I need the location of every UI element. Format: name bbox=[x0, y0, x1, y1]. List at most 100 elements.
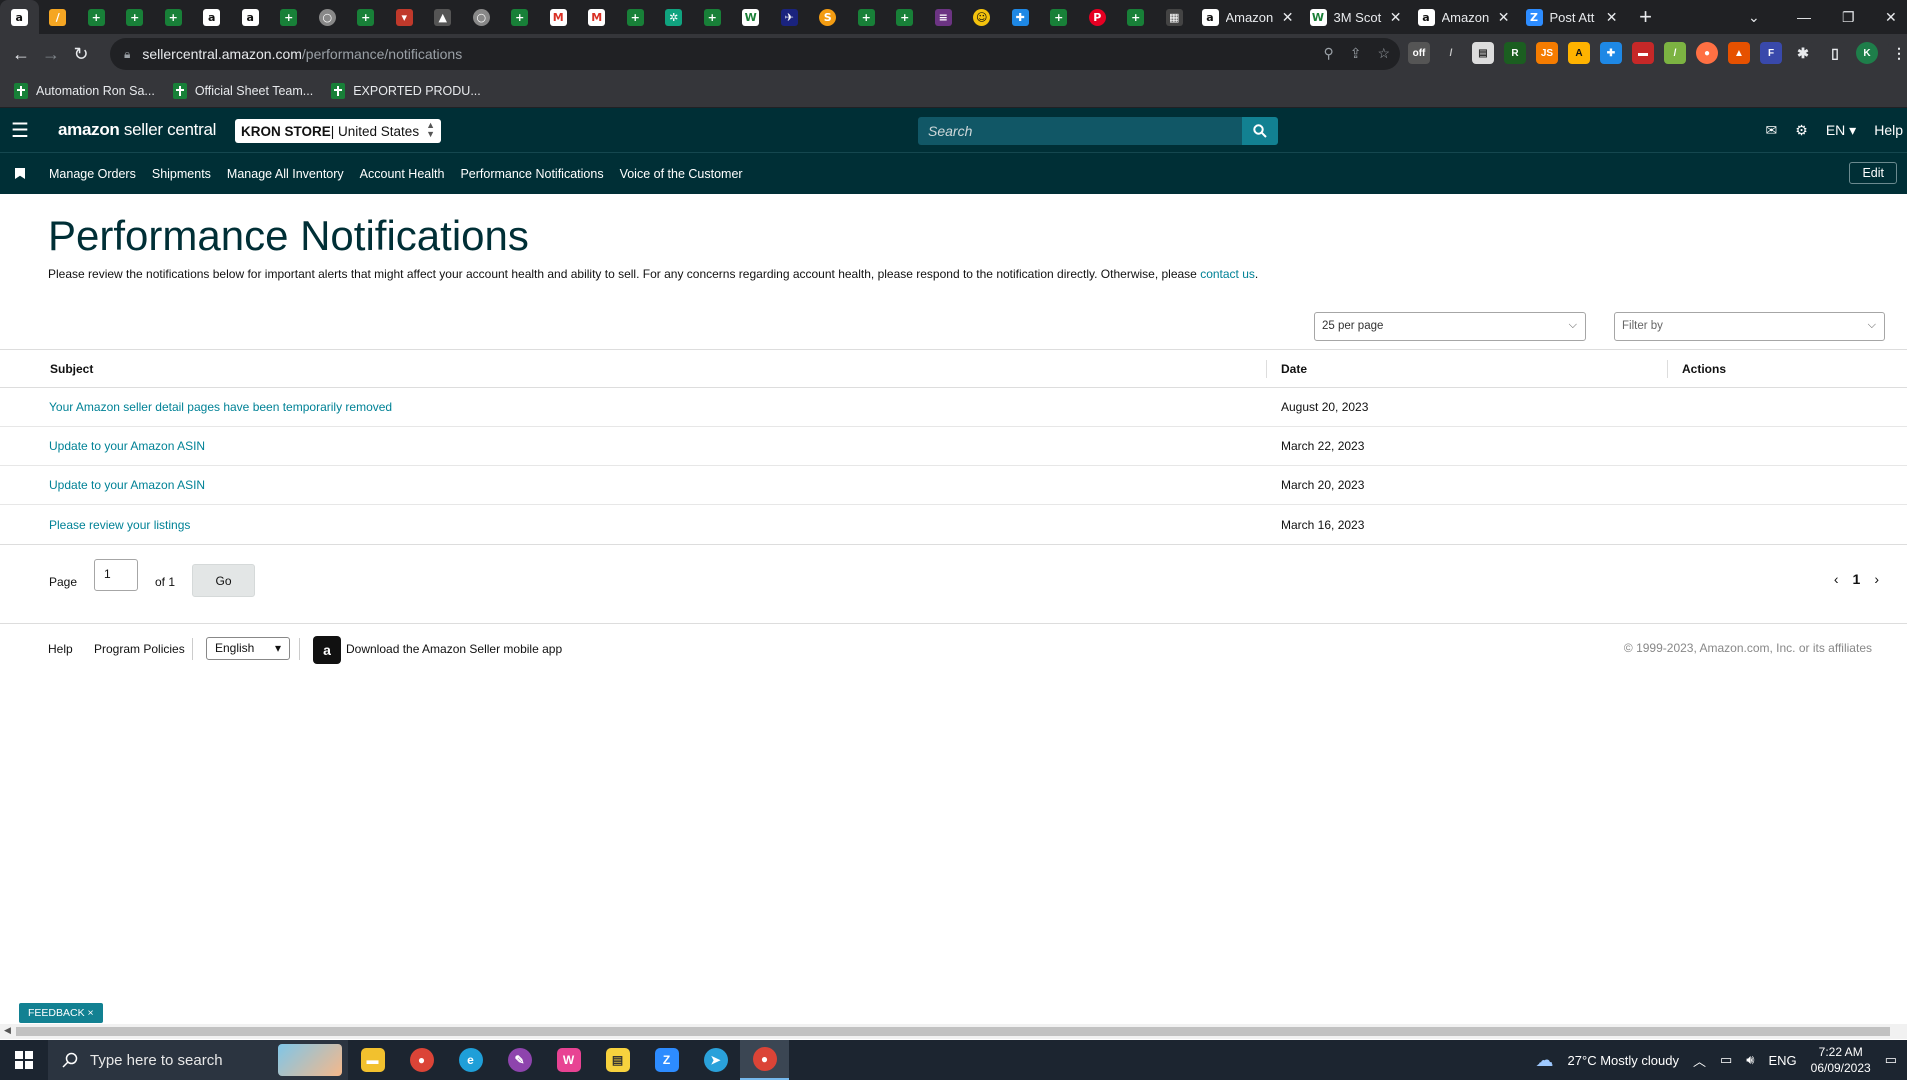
bookmark-icon[interactable] bbox=[15, 168, 25, 179]
nav-account-health[interactable]: Account Health bbox=[360, 167, 445, 181]
tab-mini[interactable]: + bbox=[154, 0, 193, 34]
close-window-icon[interactable]: ✕ bbox=[1885, 0, 1897, 34]
nav-voice-of-customer[interactable]: Voice of the Customer bbox=[620, 167, 743, 181]
current-page[interactable]: 1 bbox=[1853, 571, 1861, 587]
weather-text[interactable]: 27°C Mostly cloudy bbox=[1568, 1053, 1679, 1068]
filter-by-select[interactable]: Filter by ⌵ bbox=[1614, 312, 1885, 341]
contact-us-link[interactable]: contact us bbox=[1200, 267, 1255, 281]
next-page-icon[interactable]: › bbox=[1874, 571, 1879, 587]
forward-icon[interactable]: → bbox=[36, 44, 66, 65]
new-tab-button[interactable]: + bbox=[1626, 4, 1666, 30]
tab-mini[interactable]: P bbox=[1078, 0, 1117, 34]
extension-chart-icon[interactable]: ▤ bbox=[1472, 42, 1494, 64]
notification-subject-link[interactable]: Your Amazon seller detail pages have bee… bbox=[49, 400, 392, 414]
extension-fire-icon[interactable]: ▲ bbox=[1728, 42, 1750, 64]
tab-mini[interactable]: + bbox=[501, 0, 540, 34]
windows-start-icon[interactable] bbox=[0, 1051, 48, 1069]
extension-car-icon[interactable]: ▬ bbox=[1632, 42, 1654, 64]
bookmark-item[interactable]: EXPORTED PRODU... bbox=[331, 82, 481, 99]
notifications-icon[interactable]: ▭ bbox=[1885, 1052, 1897, 1068]
edit-nav-button[interactable]: Edit bbox=[1849, 162, 1897, 184]
footer-language-select[interactable]: English ▾ bbox=[206, 637, 290, 660]
tab-mini[interactable]: ○ bbox=[462, 0, 501, 34]
tab-amazon[interactable]: a Amazon ✕ bbox=[1194, 0, 1302, 34]
address-bar[interactable]: 🔒︎ sellercentral.amazon.com/performance/… bbox=[110, 38, 1400, 70]
hamburger-menu-icon[interactable]: ☰ bbox=[0, 118, 40, 143]
tray-chevron-icon[interactable]: ︿ bbox=[1693, 1051, 1706, 1070]
taskbar-app-paint[interactable]: ✎ bbox=[495, 1040, 544, 1080]
taskbar-chrome[interactable]: ● bbox=[397, 1040, 446, 1080]
horizontal-scrollbar[interactable]: ◀ bbox=[0, 1024, 1907, 1039]
go-button[interactable]: Go bbox=[192, 564, 255, 597]
tab-mini[interactable]: ○ bbox=[308, 0, 347, 34]
close-icon[interactable]: ✕ bbox=[1606, 9, 1618, 26]
prev-page-icon[interactable]: ‹ bbox=[1834, 571, 1839, 587]
tab-mini[interactable]: W bbox=[732, 0, 771, 34]
header-subject[interactable]: Subject bbox=[50, 362, 93, 376]
menu-icon[interactable]: ⋮ bbox=[1888, 42, 1907, 64]
restore-icon[interactable]: ❐ bbox=[1842, 0, 1855, 34]
extensions-puzzle-icon[interactable]: ✱ bbox=[1792, 42, 1814, 64]
close-icon[interactable]: ✕ bbox=[1282, 9, 1294, 26]
notification-subject-link[interactable]: Update to your Amazon ASIN bbox=[49, 439, 205, 453]
seller-central-logo[interactable]: amazon seller central bbox=[58, 120, 216, 140]
taskbar-search[interactable]: Type here to search bbox=[48, 1040, 348, 1080]
extension-pen-icon[interactable]: / bbox=[1440, 42, 1462, 64]
tab-mini[interactable]: + bbox=[270, 0, 309, 34]
volume-icon[interactable]: 🔊︎ bbox=[1746, 1052, 1754, 1068]
zoom-icon[interactable]: ⚲ bbox=[1323, 45, 1333, 62]
language-selector[interactable]: EN ▾ bbox=[1826, 122, 1856, 139]
extension-circle-icon[interactable]: ● bbox=[1696, 42, 1718, 64]
tab-mini[interactable]: + bbox=[616, 0, 655, 34]
clock[interactable]: 7:22 AM 06/09/2023 bbox=[1811, 1044, 1871, 1076]
tab-mini[interactable]: ▲ bbox=[424, 0, 463, 34]
star-icon[interactable]: ☆ bbox=[1377, 45, 1390, 62]
header-date[interactable]: Date bbox=[1281, 362, 1307, 376]
scroll-left-icon[interactable]: ◀ bbox=[4, 1025, 11, 1036]
input-language[interactable]: ENG bbox=[1768, 1053, 1796, 1068]
tab-search-icon[interactable]: ⌄ bbox=[1748, 0, 1760, 34]
taskbar-sticky-notes[interactable]: ▤ bbox=[593, 1040, 642, 1080]
extension-puzzle-icon[interactable]: ✚ bbox=[1600, 42, 1622, 64]
tab-mini[interactable]: + bbox=[1040, 0, 1079, 34]
footer-help-link[interactable]: Help bbox=[48, 642, 73, 656]
extension-off-icon[interactable]: off bbox=[1408, 42, 1430, 64]
amazon-app-icon[interactable]: a bbox=[313, 636, 341, 664]
search-button[interactable] bbox=[1242, 117, 1278, 145]
gear-icon[interactable]: ⚙ bbox=[1795, 122, 1808, 139]
download-app-link[interactable]: Download the Amazon Seller mobile app bbox=[346, 642, 562, 656]
tab-mini[interactable]: a bbox=[231, 0, 270, 34]
tab-mini[interactable]: S bbox=[809, 0, 848, 34]
tab-mini[interactable]: M bbox=[578, 0, 617, 34]
tab-amazon-active[interactable]: a bbox=[0, 0, 39, 34]
tab-mini[interactable]: ▦ bbox=[1155, 0, 1194, 34]
extension-js-icon[interactable]: JS bbox=[1536, 42, 1558, 64]
footer-program-policies-link[interactable]: Program Policies bbox=[94, 642, 185, 656]
tab-amazon-2[interactable]: a Amazon ✕ bbox=[1410, 0, 1518, 34]
tab-mini[interactable]: + bbox=[77, 0, 116, 34]
extension-brush-icon[interactable]: / bbox=[1664, 42, 1686, 64]
tab-mini[interactable]: + bbox=[116, 0, 155, 34]
profile-avatar[interactable]: K bbox=[1856, 42, 1878, 64]
tab-post-att[interactable]: Z Post Att ✕ bbox=[1518, 0, 1626, 34]
nav-performance-notifications[interactable]: Performance Notifications bbox=[460, 167, 603, 181]
tab-mini[interactable]: a bbox=[193, 0, 232, 34]
tab-mini[interactable]: ▾ bbox=[385, 0, 424, 34]
bookmark-item[interactable]: Official Sheet Team... bbox=[172, 82, 313, 99]
extension-a-icon[interactable]: A bbox=[1568, 42, 1590, 64]
extension-f-icon[interactable]: F bbox=[1760, 42, 1782, 64]
sidebar-icon[interactable]: ▯ bbox=[1824, 42, 1846, 64]
minimize-icon[interactable]: — bbox=[1797, 0, 1811, 34]
tab-mini[interactable]: ☺ bbox=[963, 0, 1002, 34]
taskbar-app-w[interactable]: W bbox=[544, 1040, 593, 1080]
back-icon[interactable]: ← bbox=[6, 44, 36, 65]
tab-mini[interactable]: + bbox=[847, 0, 886, 34]
notification-subject-link[interactable]: Please review your listings bbox=[49, 518, 190, 532]
reload-icon[interactable]: ↻ bbox=[66, 44, 96, 65]
page-number-input[interactable]: 1 bbox=[94, 559, 138, 591]
help-link[interactable]: Help bbox=[1874, 122, 1903, 138]
feedback-button[interactable]: FEEDBACK × bbox=[19, 1003, 103, 1023]
taskbar-telegram[interactable]: ➤ bbox=[691, 1040, 740, 1080]
close-icon[interactable]: ✕ bbox=[1390, 9, 1402, 26]
network-icon[interactable]: ▭ bbox=[1720, 1052, 1732, 1068]
